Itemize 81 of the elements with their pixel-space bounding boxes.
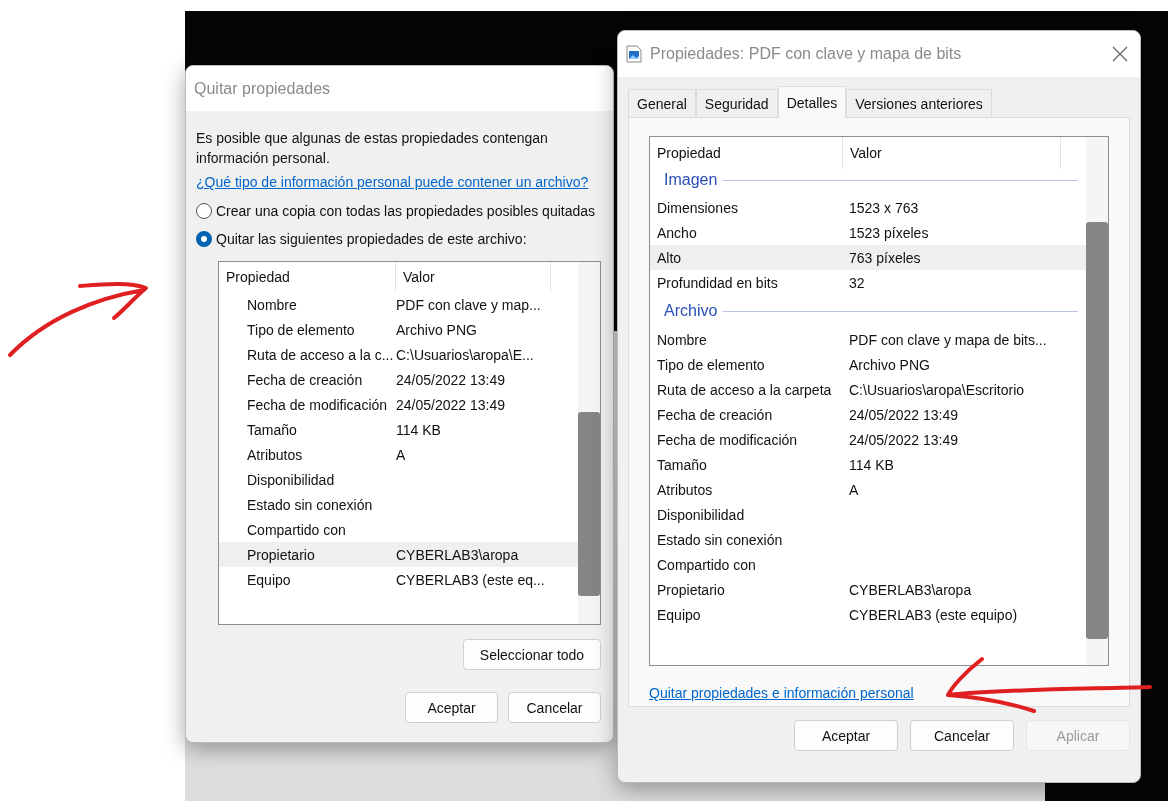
remove-properties-link[interactable]: Quitar propiedades e información personal <box>649 685 914 701</box>
selected-row[interactable]: Alto 763 píxeles <box>650 245 1086 270</box>
column-header[interactable]: Valor <box>396 262 551 292</box>
property-value: 24/05/2022 13:49 <box>395 371 506 388</box>
dialog-button[interactable]: Aceptar <box>405 692 498 723</box>
intro-text: Es posible que algunas de estas propiedades contengan información personal. <box>196 129 549 168</box>
property-name: Tamaño <box>246 421 298 438</box>
property-name: Nombre <box>246 296 298 313</box>
close-icon <box>1112 46 1128 62</box>
group-header: Archivo <box>664 302 718 320</box>
image-file-icon <box>626 45 642 63</box>
radio-label[interactable]: Crear una copia con todas las propiedades posibles quitadas <box>216 203 596 219</box>
property-value: CYBERLAB3\aropa <box>848 581 973 598</box>
selected-row[interactable]: Propietario CYBERLAB3\aropa <box>219 542 578 567</box>
property-value: A <box>848 481 860 498</box>
property-value: 114 KB <box>848 456 895 473</box>
property-value: 1523 x 763 <box>848 199 920 216</box>
property-name: Atributos <box>246 446 304 463</box>
property-value: 114 KB <box>395 421 442 438</box>
property-name: Disponibilidad <box>246 471 336 488</box>
property-value: 763 píxeles <box>848 249 922 266</box>
column-header[interactable]: Valor <box>843 137 1061 169</box>
radio-label[interactable]: Quitar las siguientes propiedades de este archivo: <box>216 231 527 247</box>
group-header: Imagen <box>664 171 718 189</box>
property-name: Alto <box>656 249 683 266</box>
window-title: Propiedades: PDF con clave y mapa de bits <box>650 45 962 63</box>
property-name: Ancho <box>656 224 698 241</box>
property-name: Propietario <box>656 581 726 598</box>
window-title: Quitar propiedades <box>194 79 331 98</box>
property-name: Dimensiones <box>656 199 739 216</box>
close-button[interactable] <box>1112 46 1128 62</box>
radio-button[interactable] <box>196 231 212 247</box>
dialog-button[interactable]: Cancelar <box>910 720 1014 751</box>
radio-button[interactable] <box>196 203 212 219</box>
property-name: Estado sin conexión <box>656 531 784 548</box>
property-name: Fecha de creación <box>656 406 774 423</box>
radio-option[interactable]: Quitar las siguientes propiedades de este archivo: <box>196 225 601 253</box>
tab[interactable]: Seguridad <box>695 89 778 117</box>
dialog-button[interactable]: Cancelar <box>508 692 601 723</box>
property-value: CYBERLAB3 (este equipo) <box>848 606 1019 623</box>
property-name: Tipo de elemento <box>656 356 766 373</box>
help-link[interactable]: ¿Qué tipo de información personal puede contener un archivo? <box>196 174 589 190</box>
property-name: Fecha de modificación <box>246 396 389 413</box>
property-value: A <box>395 446 407 463</box>
property-value: PDF con clave y map... <box>395 296 542 313</box>
column-header[interactable]: Propiedad <box>650 137 843 169</box>
select-all-button[interactable]: Seleccionar todo <box>463 639 601 670</box>
property-name: Tamaño <box>656 456 708 473</box>
property-value: CYBERLAB3\aropa <box>395 546 520 563</box>
property-name: Profundidad en bits <box>656 274 779 291</box>
property-value: 24/05/2022 13:49 <box>848 431 959 448</box>
scrollbar-thumb[interactable] <box>1086 222 1108 639</box>
property-name: Atributos <box>656 481 714 498</box>
property-value: PDF con clave y mapa de bits... <box>848 331 1048 348</box>
property-name: Ruta de acceso a la carpeta <box>656 381 833 398</box>
property-name: Equipo <box>656 606 702 623</box>
radio-option[interactable]: Crear una copia con todas las propiedades posibles quitadas <box>196 197 601 225</box>
property-name: Compartido con <box>656 556 757 573</box>
tab[interactable]: General <box>628 89 696 117</box>
property-value: Archivo PNG <box>848 356 931 373</box>
property-value: Archivo PNG <box>395 321 478 338</box>
tab[interactable]: Versiones anteriores <box>846 89 992 117</box>
property-value: 24/05/2022 13:49 <box>395 396 506 413</box>
property-name: Tipo de elemento <box>246 321 356 338</box>
property-value: 24/05/2022 13:49 <box>848 406 959 423</box>
property-name: Nombre <box>656 331 708 348</box>
property-name: Fecha de modificación <box>656 431 799 448</box>
property-value: 32 <box>848 274 866 291</box>
property-value: 1523 píxeles <box>848 224 930 241</box>
property-name: Compartido con <box>246 521 347 538</box>
property-name: Estado sin conexión <box>246 496 374 513</box>
tab[interactable]: Detalles <box>777 86 847 118</box>
property-value: CYBERLAB3 (este eq... <box>395 571 546 588</box>
property-name: Disponibilidad <box>656 506 746 523</box>
property-value: C:\Usuarios\aropa\Escritorio <box>848 381 1026 398</box>
property-name: Equipo <box>246 571 292 588</box>
property-name: Fecha de creación <box>246 371 364 388</box>
property-name: Propietario <box>246 546 316 563</box>
scrollbar-thumb[interactable] <box>578 412 600 596</box>
column-header[interactable]: Propiedad <box>219 262 396 292</box>
dialog-button[interactable]: Aceptar <box>794 720 898 751</box>
